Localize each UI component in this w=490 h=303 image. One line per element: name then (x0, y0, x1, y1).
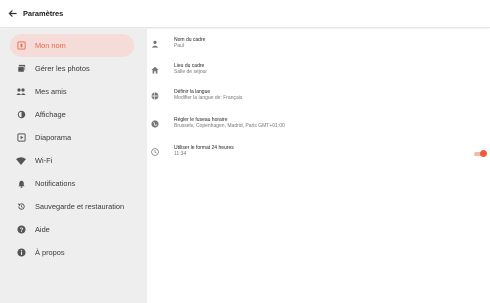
24h-format-toggle[interactable] (474, 150, 487, 157)
sidebar-item-affichage[interactable]: Affichage (10, 103, 134, 126)
setting-row-24h-format[interactable]: Utiliser le format 24 heures 11:34 (147, 142, 490, 168)
people-icon (16, 87, 26, 97)
home-icon (150, 65, 160, 75)
backup-restore-icon (16, 202, 26, 212)
sidebar-item-label: À propos (35, 248, 65, 257)
svg-text:?: ? (19, 227, 23, 234)
sidebar-item-mes-amis[interactable]: Mes amis (10, 80, 134, 103)
help-icon: ? (16, 225, 26, 235)
arrow-left-icon (8, 10, 17, 17)
setting-row-frame-location[interactable]: Lieu du cadre Salle de séjour (147, 60, 490, 86)
photos-icon (16, 64, 26, 74)
person-icon (150, 39, 160, 49)
sidebar-item-label: Sauvegarde et restauration (35, 202, 125, 211)
brightness-icon (16, 110, 26, 120)
settings-sidebar: Mon nom Gérer les photos Mes amis Affich… (0, 29, 147, 303)
sidebar-item-label: Diaporama (35, 133, 72, 142)
setting-value: Brussels, Copenhagen, Madrid, Paris GMT+… (174, 123, 285, 129)
name-badge-icon (16, 41, 26, 51)
top-app-bar: Paramètres (0, 0, 490, 28)
bell-icon (16, 179, 26, 189)
sidebar-item-sauvegarde-restauration[interactable]: Sauvegarde et restauration (10, 195, 134, 218)
sidebar-item-gerer-photos[interactable]: Gérer les photos (10, 57, 134, 80)
toggle-knob (480, 150, 487, 157)
sidebar-item-a-propos[interactable]: À propos (10, 241, 134, 264)
info-icon (16, 248, 26, 258)
setting-row-timezone[interactable]: Régler le fuseau horaire Brussels, Copen… (147, 114, 490, 140)
setting-row-frame-name[interactable]: Nom du cadre Paul (147, 34, 490, 60)
slideshow-icon (16, 133, 26, 143)
sidebar-item-wifi[interactable]: Wi-Fi (10, 149, 134, 172)
sidebar-item-label: Notifications (35, 179, 76, 188)
sidebar-item-label: Mes amis (35, 87, 67, 96)
setting-value: Salle de séjour (174, 69, 208, 75)
setting-value: 11:34 (174, 151, 187, 157)
setting-value: Paul (174, 43, 185, 49)
setting-value: Modifier la langue de: Français (174, 95, 243, 101)
sidebar-item-aide[interactable]: ? Aide (10, 218, 134, 241)
sidebar-item-label: Wi-Fi (35, 156, 53, 165)
setting-row-language[interactable]: Définir la langue Modifier la langue de:… (147, 86, 490, 112)
settings-panel: Nom du cadre Paul Lieu du cadre Salle de… (147, 29, 490, 303)
sidebar-item-label: Gérer les photos (35, 64, 90, 73)
sidebar-item-notifications[interactable]: Notifications (10, 172, 134, 195)
sidebar-item-label: Mon nom (35, 41, 66, 50)
wifi-icon (16, 156, 26, 166)
page-title: Paramètres (23, 9, 64, 18)
sidebar-item-diaporama[interactable]: Diaporama (10, 126, 134, 149)
sidebar-item-mon-nom[interactable]: Mon nom (10, 34, 134, 57)
globe-icon (150, 91, 160, 101)
sidebar-item-label: Aide (35, 225, 50, 234)
timezone-globe-icon (150, 119, 160, 129)
back-button[interactable] (1, 0, 23, 28)
sidebar-item-label: Affichage (35, 110, 66, 119)
clock-icon (150, 147, 160, 157)
